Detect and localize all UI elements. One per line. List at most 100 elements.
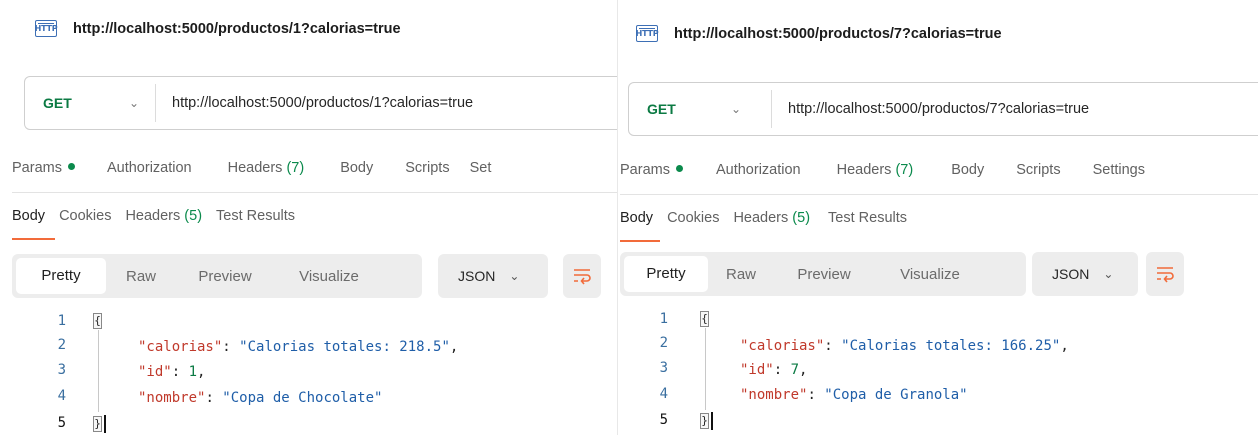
url-bar: GET ⌄ http://localhost:5000/productos/1?… bbox=[24, 76, 618, 130]
request-pane-right: HTTP http://localhost:5000/productos/7?c… bbox=[618, 0, 1258, 435]
indent-guide bbox=[98, 330, 99, 412]
active-tab-underline bbox=[12, 238, 55, 240]
http-icon: HTTP bbox=[35, 20, 58, 37]
response-tab-cookies[interactable]: Cookies bbox=[667, 210, 719, 226]
response-tab-cookies[interactable]: Cookies bbox=[59, 208, 111, 224]
line-number: 5 bbox=[659, 412, 668, 428]
response-tab-headers-label: Headers bbox=[125, 208, 181, 224]
tab-authorization[interactable]: Authorization bbox=[716, 162, 801, 178]
json-open-brace: { bbox=[700, 311, 709, 327]
request-title-bar: HTTP http://localhost:5000/productos/7?c… bbox=[636, 25, 1002, 42]
json-line-nombre: "nombre": "Copa de Granola" bbox=[740, 387, 968, 403]
chevron-down-icon[interactable]: ⌄ bbox=[731, 102, 771, 116]
tab-body[interactable]: Body bbox=[951, 162, 984, 178]
tab-params[interactable]: Params bbox=[12, 160, 75, 176]
request-title[interactable]: http://localhost:5000/productos/1?calori… bbox=[73, 21, 401, 37]
line-number: 4 bbox=[57, 388, 66, 404]
chevron-down-icon: ⌄ bbox=[509, 269, 520, 283]
tab-settings[interactable]: Settings bbox=[1093, 162, 1145, 178]
json-value: "Calorias totales: 166.25" bbox=[841, 338, 1061, 354]
tab-body[interactable]: Body bbox=[340, 160, 373, 176]
separator bbox=[12, 192, 618, 193]
response-headers-count: (5) bbox=[792, 210, 811, 226]
line-number: 4 bbox=[659, 386, 668, 402]
view-preview[interactable]: Preview bbox=[176, 268, 274, 285]
json-key: "calorias" bbox=[740, 338, 825, 354]
url-input[interactable]: http://localhost:5000/productos/7?calori… bbox=[788, 101, 1089, 117]
line-number: 2 bbox=[57, 337, 66, 353]
json-value: "Copa de Chocolate" bbox=[222, 390, 383, 406]
tab-params-label: Params bbox=[620, 162, 670, 178]
json-line-calorias: "calorias": "Calorias totales: 218.5", bbox=[138, 339, 459, 355]
json-key: "nombre" bbox=[740, 387, 808, 403]
json-value: 1 bbox=[188, 364, 198, 380]
tab-settings[interactable]: Set bbox=[470, 160, 492, 176]
request-title-bar: HTTP http://localhost:5000/productos/1?c… bbox=[35, 20, 401, 37]
json-value: 7 bbox=[790, 362, 800, 378]
response-tab-headers-label: Headers bbox=[733, 210, 789, 226]
request-pane-left: HTTP http://localhost:5000/productos/1?c… bbox=[0, 0, 618, 435]
line-number: 5 bbox=[57, 415, 66, 431]
indent-guide bbox=[705, 328, 706, 410]
tab-headers-label: Headers bbox=[227, 160, 283, 176]
json-value: "Copa de Granola" bbox=[824, 387, 968, 403]
request-title[interactable]: http://localhost:5000/productos/7?calori… bbox=[674, 26, 1002, 42]
chevron-down-icon[interactable]: ⌄ bbox=[129, 96, 155, 110]
response-tabs: Body Cookies Headers (5) Test Results bbox=[12, 208, 295, 224]
active-tab-underline bbox=[620, 240, 660, 242]
json-line-id: "id": 1, bbox=[138, 364, 206, 380]
view-preview[interactable]: Preview bbox=[774, 266, 874, 283]
headers-count: (7) bbox=[895, 162, 914, 178]
wrap-lines-button[interactable] bbox=[1146, 252, 1184, 296]
url-input[interactable]: http://localhost:5000/productos/1?calori… bbox=[172, 95, 473, 111]
response-tab-test-results[interactable]: Test Results bbox=[828, 210, 907, 226]
json-open-brace: { bbox=[93, 313, 102, 329]
response-tab-test-results[interactable]: Test Results bbox=[216, 208, 295, 224]
view-visualize[interactable]: Visualize bbox=[874, 266, 986, 283]
format-dropdown[interactable]: JSON ⌄ bbox=[1032, 252, 1138, 296]
tab-headers[interactable]: Headers (7) bbox=[228, 160, 305, 176]
view-raw[interactable]: Raw bbox=[708, 266, 774, 283]
view-raw[interactable]: Raw bbox=[106, 268, 176, 285]
response-tab-body[interactable]: Body bbox=[620, 210, 653, 226]
params-dot bbox=[675, 165, 683, 172]
response-tab-body[interactable]: Body bbox=[12, 208, 45, 224]
headers-count: (7) bbox=[286, 160, 305, 176]
method-select[interactable]: GET bbox=[25, 95, 129, 111]
json-close-brace: } bbox=[93, 416, 102, 432]
separator bbox=[620, 194, 1258, 195]
response-headers-count: (5) bbox=[184, 208, 203, 224]
line-number: 1 bbox=[659, 311, 668, 327]
params-dot bbox=[67, 163, 75, 170]
json-key: "id" bbox=[138, 364, 172, 380]
response-tab-headers[interactable]: Headers (5) bbox=[733, 210, 810, 226]
chevron-down-icon: ⌄ bbox=[1103, 267, 1114, 281]
tab-headers[interactable]: Headers (7) bbox=[837, 162, 914, 178]
text-cursor bbox=[104, 415, 106, 433]
tab-params[interactable]: Params bbox=[620, 162, 683, 178]
wrap-lines-button[interactable] bbox=[563, 254, 601, 298]
divider bbox=[155, 84, 156, 122]
view-visualize[interactable]: Visualize bbox=[274, 268, 384, 285]
url-bar: GET ⌄ http://localhost:5000/productos/7?… bbox=[628, 82, 1258, 136]
tab-params-label: Params bbox=[12, 160, 62, 176]
format-label: JSON bbox=[458, 268, 496, 284]
tab-authorization[interactable]: Authorization bbox=[107, 160, 192, 176]
text-cursor bbox=[711, 412, 713, 430]
format-label: JSON bbox=[1052, 266, 1090, 282]
tab-scripts[interactable]: Scripts bbox=[405, 160, 449, 176]
view-pretty[interactable]: Pretty bbox=[16, 258, 106, 294]
json-close-brace: } bbox=[700, 413, 709, 429]
line-number: 3 bbox=[57, 362, 66, 378]
line-number: 3 bbox=[659, 360, 668, 376]
format-dropdown[interactable]: JSON ⌄ bbox=[438, 254, 548, 298]
response-tab-headers[interactable]: Headers (5) bbox=[125, 208, 202, 224]
json-value: "Calorias totales: 218.5" bbox=[239, 339, 450, 355]
line-number: 1 bbox=[57, 313, 66, 329]
view-pretty[interactable]: Pretty bbox=[624, 256, 708, 292]
wrap-lines-icon bbox=[574, 269, 591, 285]
response-tabs: Body Cookies Headers (5) Test Results bbox=[620, 210, 907, 226]
method-select[interactable]: GET bbox=[629, 101, 731, 117]
tab-scripts[interactable]: Scripts bbox=[1016, 162, 1060, 178]
http-icon: HTTP bbox=[636, 25, 659, 42]
